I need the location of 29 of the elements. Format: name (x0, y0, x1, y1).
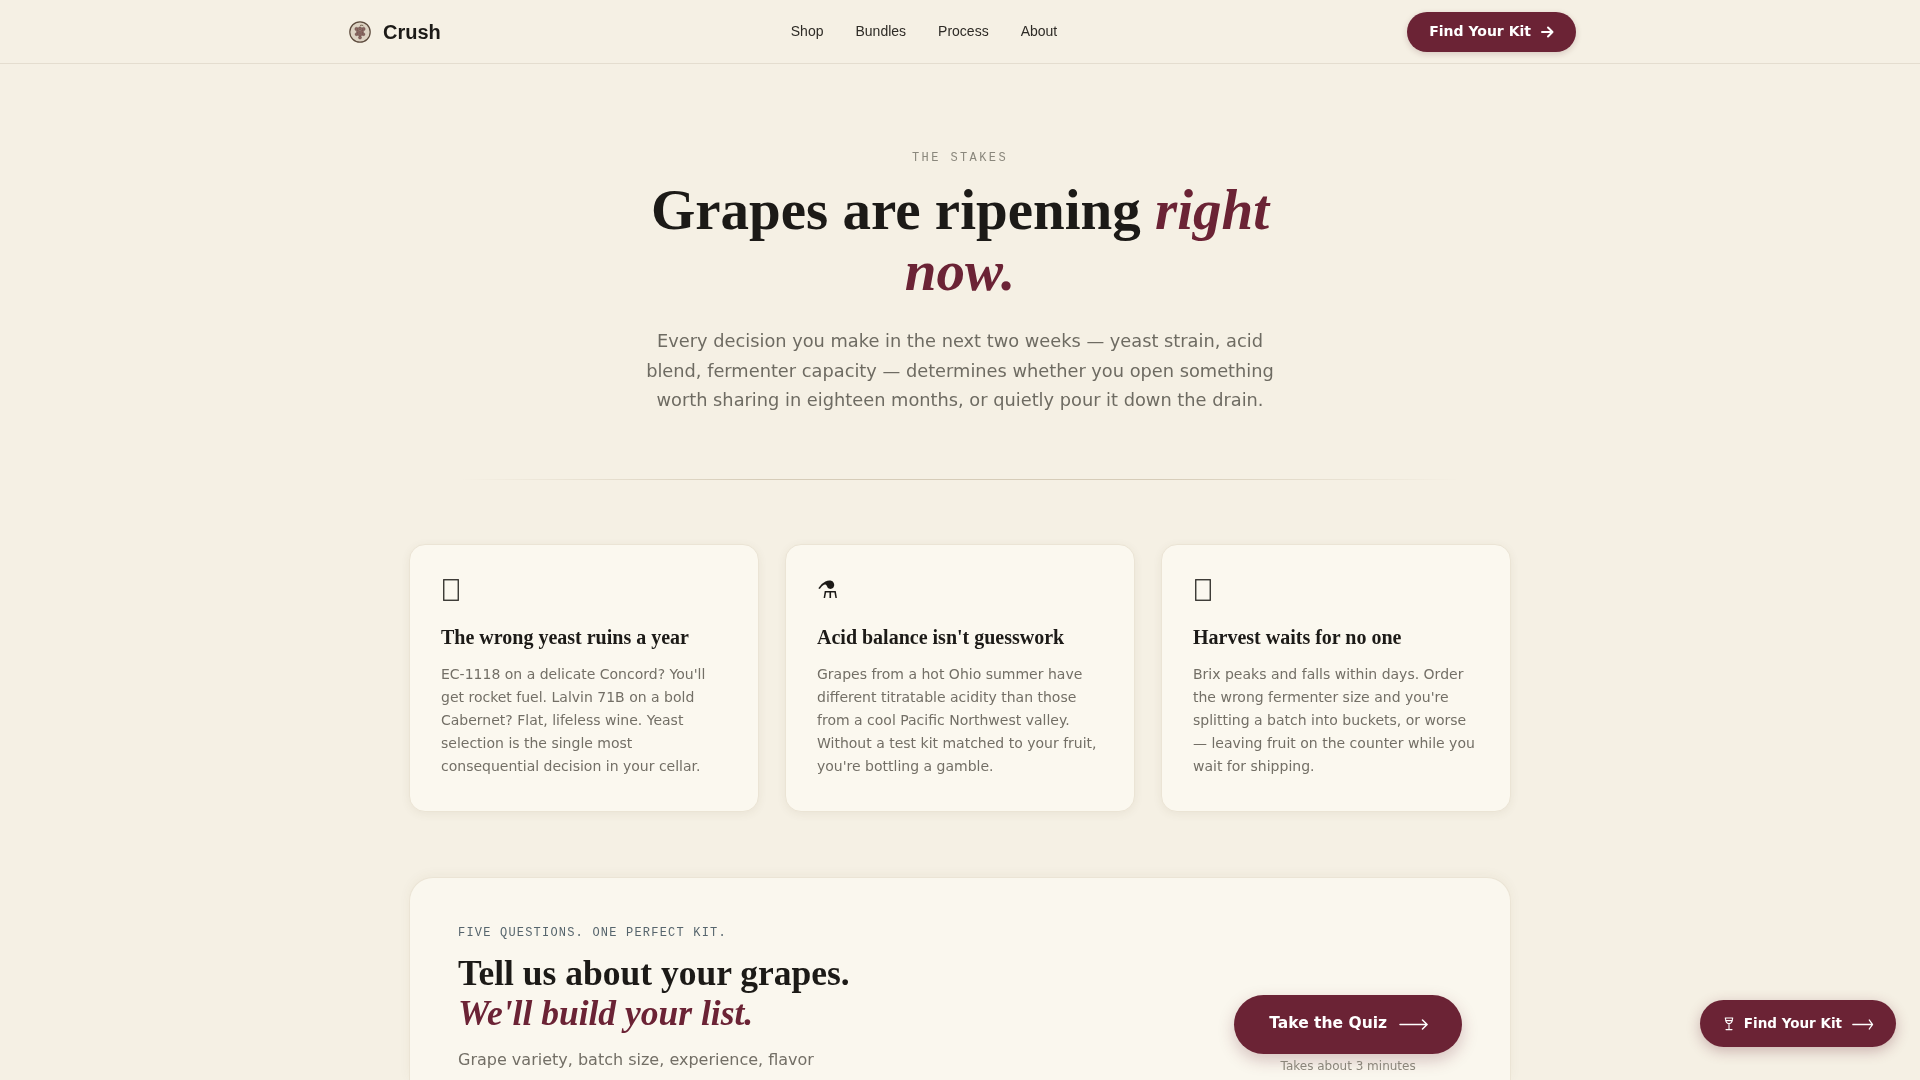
long-arrow-icon (1399, 1018, 1429, 1030)
take-quiz-button[interactable]: Take the Quiz (1234, 994, 1462, 1054)
card-text: Grapes from a hot Ohio summer have different titratable acidity than those from a cool Pacific Northwest valley. Without a test kit matched to your fruit, you're bottling a gamble. (817, 664, 1098, 777)
card-title: Acid balance isn't guesswork (817, 624, 1066, 650)
hero-heading: Grapes are ripening right now. (649, 179, 1272, 301)
quiz-eyebrow: FIVE QUESTIONS. ONE PERFECT KIT. (458, 924, 728, 941)
grape-logo-icon (349, 20, 371, 43)
quiz-description: Grape variety, batch size, experience, flavor (458, 1048, 815, 1071)
section-eyebrow: THE STAKES (911, 150, 1009, 166)
card-title: Harvest waits for no one (1193, 624, 1403, 650)
nav-link[interactable]: About (1020, 21, 1058, 42)
quiz-duration-note: Takes about 3 minutes (1280, 1057, 1416, 1074)
blank-glyph-icon (1195, 578, 1211, 601)
hero-lead: Every decision you make in the next two weeks — yeast strain, acid blend, fermenter capacity — determines whether you open something worth sharing in eighteen months, or quietly pour it down the drain. (645, 329, 1275, 412)
card-text: Brix peaks and falls within days. Order the wrong fermenter size and you're splitting a batch into buckets, or worse — leaving fruit on the counter while you wait for shipping. (1193, 664, 1476, 777)
nav-link[interactable]: Process (938, 21, 989, 42)
nav-link[interactable]: Shop (790, 21, 824, 42)
wine-glass-icon (1723, 1016, 1734, 1031)
find-kit-button[interactable]: Find Your Kit (1407, 11, 1576, 52)
long-arrow-icon (1852, 1017, 1874, 1030)
brand-name[interactable]: Crush (383, 16, 441, 47)
quiz-heading: Tell us about your grapes. We'll build your list. (458, 952, 850, 1033)
floating-find-kit-button[interactable]: Find Your Kit (1699, 1000, 1896, 1047)
arrow-right-icon (1541, 25, 1554, 38)
card-title: The wrong yeast ruins a year (441, 624, 690, 650)
card-text: EC-1118 on a delicate Concord? You'll get rocket fuel. Lalvin 71B on a bold Cabernet? Flat, lifeless wine. Yeast selection is the single most consequential decision in your cellar. (441, 664, 707, 777)
nav-link[interactable]: Bundles (855, 21, 907, 42)
blank-glyph-icon (443, 578, 459, 601)
flask-icon: ⚗ (817, 576, 839, 603)
